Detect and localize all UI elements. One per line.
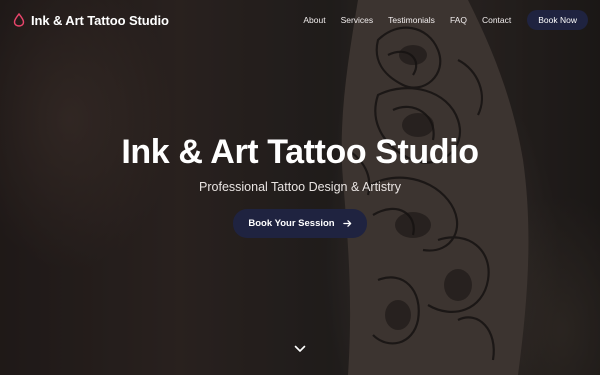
nav-menu: About Services Testimonials FAQ Contact … (303, 9, 588, 31)
chevron-down-icon[interactable] (294, 344, 306, 354)
arrow-right-icon (342, 220, 351, 227)
top-navbar: Ink & Art Tattoo Studio About Services T… (0, 0, 600, 40)
hero-content: Ink & Art Tattoo Studio Professional Tat… (0, 133, 600, 238)
nav-link-services[interactable]: Services (341, 15, 374, 25)
ink-drop-icon (13, 13, 25, 27)
brand[interactable]: Ink & Art Tattoo Studio (13, 13, 169, 28)
hero-subtitle: Professional Tattoo Design & Artistry (199, 180, 401, 194)
nav-link-about[interactable]: About (303, 15, 325, 25)
nav-link-contact[interactable]: Contact (482, 15, 511, 25)
hero-title: Ink & Art Tattoo Studio (121, 133, 479, 171)
brand-name: Ink & Art Tattoo Studio (31, 12, 169, 28)
nav-link-faq[interactable]: FAQ (450, 15, 467, 25)
book-session-button[interactable]: Book Your Session (233, 209, 367, 238)
hero-section: Ink & Art Tattoo Studio About Services T… (0, 0, 600, 375)
nav-link-testimonials[interactable]: Testimonials (388, 15, 435, 25)
book-now-button[interactable]: Book Now (527, 9, 588, 31)
book-session-label: Book Your Session (248, 218, 335, 229)
